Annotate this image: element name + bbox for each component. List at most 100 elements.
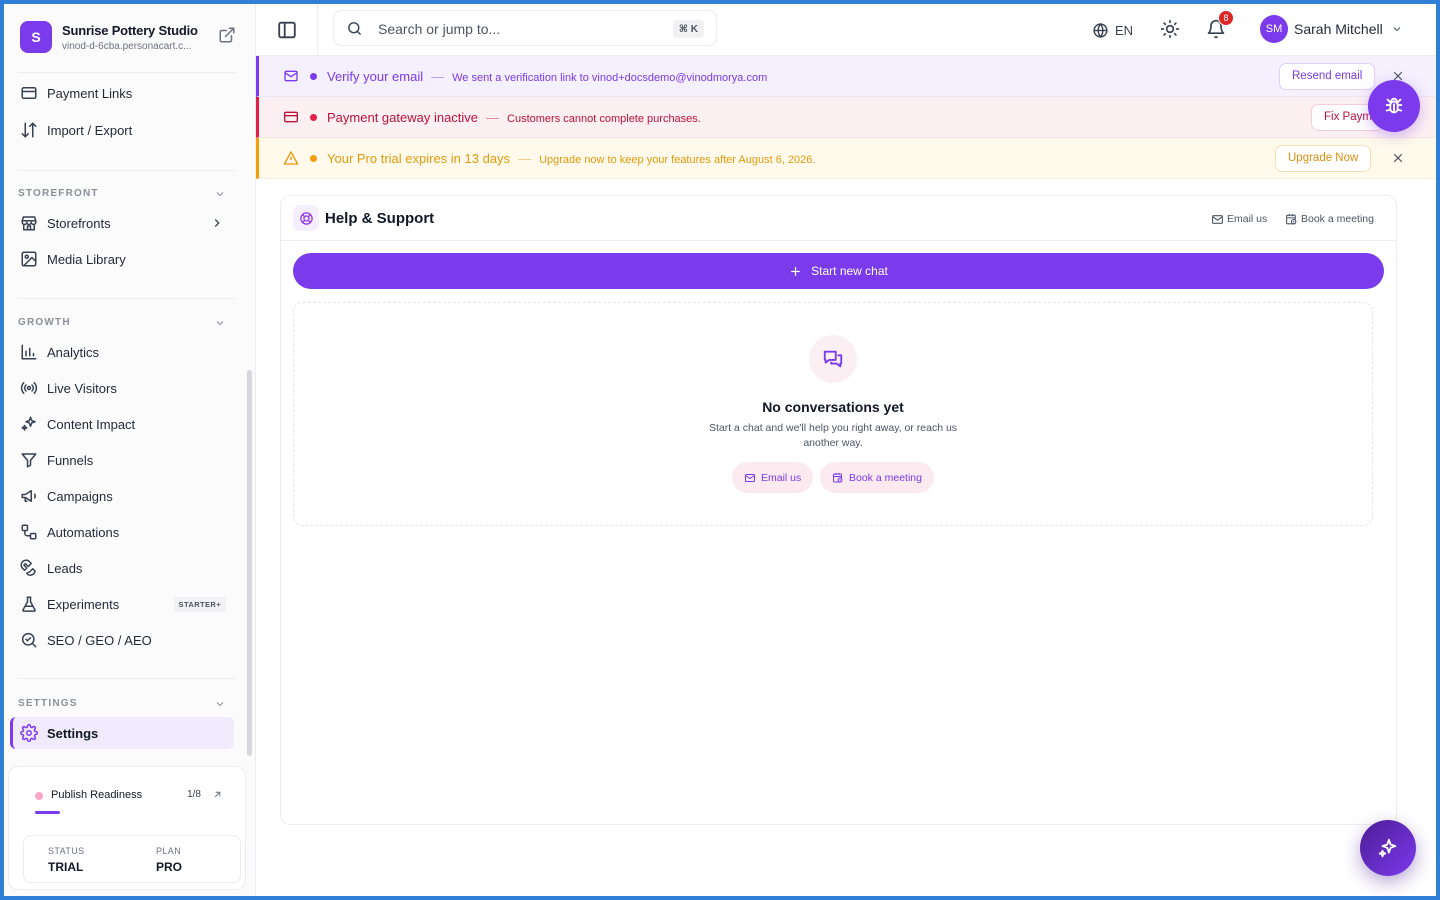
section-storefront[interactable]: STOREFRONT	[18, 188, 226, 202]
start-new-chat-button[interactable]: Start new chat	[293, 253, 1384, 289]
sparkles-icon	[1378, 838, 1397, 858]
publish-readiness-card[interactable]: Publish Readiness 1/8 STATUS TRIAL PLAN …	[8, 766, 246, 890]
sidebar-item-leads[interactable]: Leads	[10, 552, 234, 584]
resend-email-button[interactable]: Resend email	[1279, 62, 1376, 90]
brand-name: Sunrise Pottery Studio	[62, 22, 198, 38]
bug-icon	[1385, 97, 1403, 114]
brand-logo: S	[20, 21, 52, 53]
avatar: SM	[1260, 15, 1288, 43]
search-seo-icon	[21, 632, 37, 648]
banner-title: Verify your email	[327, 68, 424, 84]
credit-card-icon	[284, 111, 298, 123]
section-growth[interactable]: GROWTH	[18, 317, 226, 331]
banner-dot	[310, 72, 317, 80]
banner-trial-expiry: Your Pro trial expires in 13 days — Upgrad…	[256, 138, 1436, 179]
readiness-label: Publish Readiness	[51, 789, 143, 801]
chevron-down-icon	[1393, 27, 1401, 32]
app-window: S Sunrise Pottery Studio vinod-d-6cba.pe…	[4, 4, 1436, 896]
banner-title: Your Pro trial expires in 13 days	[327, 150, 511, 166]
external-link-icon[interactable]	[218, 26, 236, 44]
language-selector[interactable]: EN	[1092, 20, 1133, 40]
sun-icon[interactable]	[1160, 19, 1180, 39]
sidebar-item-storefronts[interactable]: Storefronts	[10, 207, 234, 239]
banner-verify-email: Verify your email — We sent a verification…	[256, 56, 1436, 97]
banner-message: Upgrade now to keep your features after …	[539, 153, 816, 166]
notification-count-badge: 8	[1218, 10, 1234, 26]
lifebuoy-icon	[299, 211, 313, 225]
sidebar-item-campaigns[interactable]: Campaigns	[10, 480, 234, 512]
ai-assistant-button[interactable]	[1360, 820, 1416, 876]
panel-header: Help & Support Email us Book a meeting	[281, 196, 1396, 241]
mail-icon	[1212, 214, 1223, 224]
sparkles-icon	[21, 416, 36, 431]
header-meeting-link[interactable]: Book a meeting	[1285, 211, 1374, 227]
sidebar-item-seo[interactable]: SEO / GEO / AEO	[10, 624, 234, 656]
sidebar-item-experiments[interactable]: Experiments STARTER+	[10, 588, 234, 620]
brand-header[interactable]: S Sunrise Pottery Studio vinod-d-6cba.pe…	[4, 4, 256, 70]
funnel-icon	[21, 453, 37, 468]
payment-link-icon	[21, 87, 37, 99]
sidebar-item-automations[interactable]: Automations	[10, 516, 234, 548]
readiness-count: 1/8	[187, 789, 201, 800]
banner-message: We sent a verification link to vinod+doc…	[452, 71, 768, 84]
sidebar-item-media-library[interactable]: Media Library	[10, 243, 234, 275]
topbar: ⌘ K EN 8 SM Sarah Mitchell	[256, 4, 1436, 56]
mail-icon	[745, 473, 755, 482]
divider	[18, 170, 236, 171]
search-box[interactable]: ⌘ K	[333, 10, 717, 46]
arrow-up-right-icon[interactable]	[212, 789, 223, 800]
divider	[18, 298, 236, 299]
debug-button[interactable]	[1368, 80, 1420, 132]
banner-payment-gateway: Payment gateway inactive — Customers canno…	[256, 97, 1436, 138]
status-plan-box: STATUS TRIAL PLAN PRO	[23, 835, 241, 883]
header-email-link[interactable]: Email us	[1211, 211, 1267, 227]
banner-dot	[310, 154, 317, 162]
empty-state-description: Start a chat and we'll help you right aw…	[708, 422, 958, 449]
chevron-down-icon	[216, 702, 224, 707]
workflow-icon	[21, 524, 37, 540]
chat-bubbles-icon	[823, 350, 843, 368]
import-export-icon	[21, 122, 37, 138]
empty-email-button[interactable]: Email us	[732, 462, 814, 493]
banner-title: Payment gateway inactive	[327, 109, 479, 125]
magnet-icon	[20, 559, 36, 576]
close-icon[interactable]	[1392, 152, 1404, 164]
shortcut-hint: ⌘ K	[672, 20, 704, 38]
sidebar-item-analytics[interactable]: Analytics	[10, 336, 234, 368]
help-support-panel: Help & Support Email us Book a meeting S…	[280, 195, 1397, 825]
sidebar-item-funnels[interactable]: Funnels	[10, 444, 234, 476]
calendar-clock-icon	[1286, 213, 1297, 224]
chevron-right-icon	[214, 219, 220, 227]
calendar-clock-icon	[833, 472, 843, 482]
search-icon	[348, 22, 361, 35]
sidebar-item-content-impact[interactable]: Content Impact	[10, 408, 234, 440]
radio-waves-icon	[20, 382, 38, 394]
empty-state: No conversations yet Start a chat and we…	[293, 302, 1373, 526]
user-menu[interactable]: SM Sarah Mitchell	[1260, 14, 1403, 44]
sidebar-scrollbar[interactable]	[247, 370, 252, 756]
upgrade-now-button[interactable]: Upgrade Now	[1275, 144, 1372, 172]
warning-icon	[283, 151, 299, 165]
mail-icon	[284, 70, 298, 82]
section-settings[interactable]: SETTINGS	[18, 698, 226, 712]
megaphone-icon	[21, 490, 36, 502]
chevron-down-icon	[216, 192, 224, 197]
image-icon	[21, 251, 37, 267]
plan-value: PRO	[156, 860, 183, 874]
sidebar-item-settings[interactable]: Settings	[10, 717, 234, 749]
sidebar-item-import-export[interactable]: Import / Export	[10, 114, 234, 146]
store-icon	[21, 216, 37, 231]
empty-meeting-button[interactable]: Book a meeting	[820, 462, 934, 493]
banner-dot	[310, 113, 317, 121]
status-value: TRIAL	[48, 860, 84, 874]
globe-icon	[1093, 22, 1108, 38]
divider	[18, 72, 236, 73]
chevron-down-icon	[216, 321, 224, 326]
gear-icon	[20, 724, 38, 742]
readiness-progress	[35, 811, 60, 814]
empty-state-title: No conversations yet	[762, 399, 904, 415]
sidebar-item-payment-links[interactable]: Payment Links	[10, 78, 234, 108]
search-input[interactable]	[378, 18, 658, 40]
sidebar-toggle-icon[interactable]	[276, 19, 298, 41]
sidebar-item-live-visitors[interactable]: Live Visitors	[10, 372, 234, 404]
